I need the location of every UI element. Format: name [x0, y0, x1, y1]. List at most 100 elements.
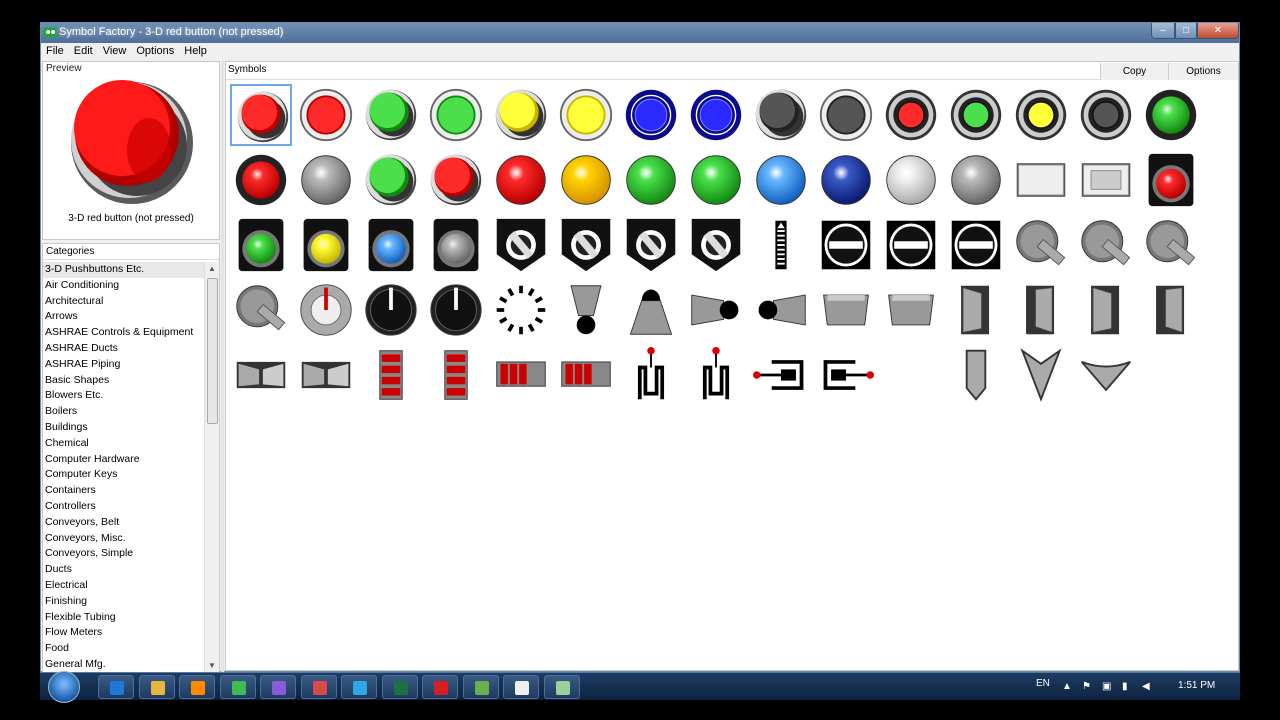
symbol-item[interactable] — [1140, 149, 1202, 211]
category-item[interactable]: Containers — [43, 483, 205, 499]
symbol-item[interactable] — [425, 149, 487, 211]
symbol-item[interactable] — [555, 149, 617, 211]
menu-edit[interactable]: Edit — [69, 43, 98, 59]
symbol-item[interactable] — [815, 279, 877, 341]
category-item[interactable]: Flow Meters — [43, 625, 205, 641]
taskbar-app-8[interactable] — [422, 675, 458, 699]
taskbar-app-3[interactable] — [219, 675, 256, 699]
title-bar[interactable]: Symbol Factory - 3-D red button (not pre… — [41, 23, 1239, 43]
category-item[interactable]: Air Conditioning — [43, 278, 205, 294]
symbol-item[interactable] — [230, 214, 292, 276]
symbol-item[interactable] — [360, 84, 422, 146]
symbol-item[interactable] — [295, 279, 357, 341]
symbol-item[interactable] — [230, 279, 292, 341]
menu-file[interactable]: File — [41, 43, 69, 59]
symbol-item[interactable] — [360, 344, 422, 406]
taskbar-app-7[interactable] — [381, 675, 418, 699]
category-item[interactable]: Food — [43, 641, 205, 657]
symbol-item[interactable] — [1010, 214, 1072, 276]
symbol-item[interactable] — [750, 149, 812, 211]
symbol-item[interactable] — [360, 149, 422, 211]
symbol-item[interactable] — [555, 214, 617, 276]
symbol-item[interactable] — [620, 279, 682, 341]
symbol-item[interactable] — [490, 149, 552, 211]
category-item[interactable]: Conveyors, Misc. — [43, 531, 205, 547]
symbol-item[interactable] — [880, 214, 942, 276]
symbol-item[interactable] — [555, 344, 617, 406]
category-item[interactable]: Ducts — [43, 562, 205, 578]
symbol-item[interactable] — [490, 214, 552, 276]
symbol-item[interactable] — [1075, 279, 1137, 341]
copy-button[interactable]: Copy — [1100, 63, 1168, 80]
symbol-item[interactable] — [295, 344, 357, 406]
symbol-item[interactable] — [815, 149, 877, 211]
category-item[interactable]: ASHRAE Ducts — [43, 341, 205, 357]
symbol-item[interactable] — [1010, 84, 1072, 146]
symbol-item[interactable] — [425, 344, 487, 406]
action-center-flag-icon[interactable]: ⚑ — [1082, 681, 1091, 692]
category-item[interactable]: Controllers — [43, 499, 205, 515]
scroll-down-icon[interactable]: ▼ — [208, 661, 216, 670]
options-button[interactable]: Options — [1168, 63, 1238, 80]
category-item[interactable]: Architectural — [43, 294, 205, 310]
symbol-item[interactable] — [815, 84, 877, 146]
symbol-item[interactable] — [360, 214, 422, 276]
symbol-item[interactable] — [425, 279, 487, 341]
category-item[interactable]: Arrows — [43, 309, 205, 325]
scroll-thumb[interactable] — [207, 278, 218, 424]
panel-splitter[interactable] — [221, 61, 224, 673]
category-item[interactable]: Boilers — [43, 404, 205, 420]
symbol-item[interactable] — [1075, 214, 1137, 276]
start-button[interactable] — [48, 671, 80, 703]
taskbar-app-5[interactable] — [300, 675, 337, 699]
categories-scrollbar[interactable]: ▲ ▼ — [204, 262, 219, 672]
taskbar-app-11[interactable] — [543, 675, 580, 699]
symbol-item[interactable] — [685, 84, 747, 146]
symbol-item[interactable] — [295, 84, 357, 146]
symbol-item[interactable] — [685, 214, 747, 276]
symbol-item[interactable] — [1140, 279, 1202, 341]
clock[interactable]: 1:51 PM — [1178, 680, 1215, 691]
menu-help[interactable]: Help — [179, 43, 212, 59]
category-item[interactable]: Basic Shapes — [43, 373, 205, 389]
taskbar-app-6[interactable] — [341, 675, 377, 699]
category-item[interactable]: Computer Keys — [43, 467, 205, 483]
symbol-item[interactable] — [685, 149, 747, 211]
menu-view[interactable]: View — [98, 43, 132, 59]
symbol-item[interactable] — [425, 84, 487, 146]
taskbar-app-2[interactable] — [179, 675, 215, 699]
symbol-item[interactable] — [1075, 84, 1137, 146]
symbol-item[interactable] — [230, 84, 292, 146]
symbol-item[interactable] — [880, 84, 942, 146]
symbol-item[interactable] — [685, 279, 747, 341]
symbol-item[interactable] — [490, 344, 552, 406]
symbol-item[interactable] — [750, 84, 812, 146]
symbol-item[interactable] — [1075, 149, 1137, 211]
symbol-item[interactable] — [620, 84, 682, 146]
category-item[interactable]: ASHRAE Piping — [43, 357, 205, 373]
symbol-item[interactable] — [750, 344, 812, 406]
symbol-item[interactable] — [945, 214, 1007, 276]
symbol-item[interactable] — [945, 84, 1007, 146]
category-item[interactable]: Flexible Tubing — [43, 610, 205, 626]
symbol-item[interactable] — [425, 214, 487, 276]
volume-icon[interactable]: ◀ — [1142, 681, 1150, 692]
symbol-item[interactable] — [880, 279, 942, 341]
symbol-item[interactable] — [945, 344, 1007, 406]
category-item[interactable]: Blowers Etc. — [43, 388, 205, 404]
symbol-item[interactable] — [1140, 214, 1202, 276]
taskbar-app-9[interactable] — [462, 675, 499, 699]
taskbar-app-1[interactable] — [138, 675, 175, 699]
category-item[interactable]: Chemical — [43, 436, 205, 452]
taskbar-app-4[interactable] — [260, 675, 296, 699]
symbol-item[interactable] — [945, 149, 1007, 211]
minimize-button[interactable]: – — [1151, 23, 1175, 39]
symbol-item[interactable] — [555, 279, 617, 341]
category-item[interactable]: ASHRAE Controls & Equipment — [43, 325, 205, 341]
symbol-item[interactable] — [685, 344, 747, 406]
symbol-item[interactable] — [230, 344, 292, 406]
symbol-item[interactable] — [555, 84, 617, 146]
category-item[interactable]: General Mfg. — [43, 657, 205, 672]
symbol-item[interactable] — [1010, 344, 1072, 406]
symbol-item[interactable] — [620, 149, 682, 211]
